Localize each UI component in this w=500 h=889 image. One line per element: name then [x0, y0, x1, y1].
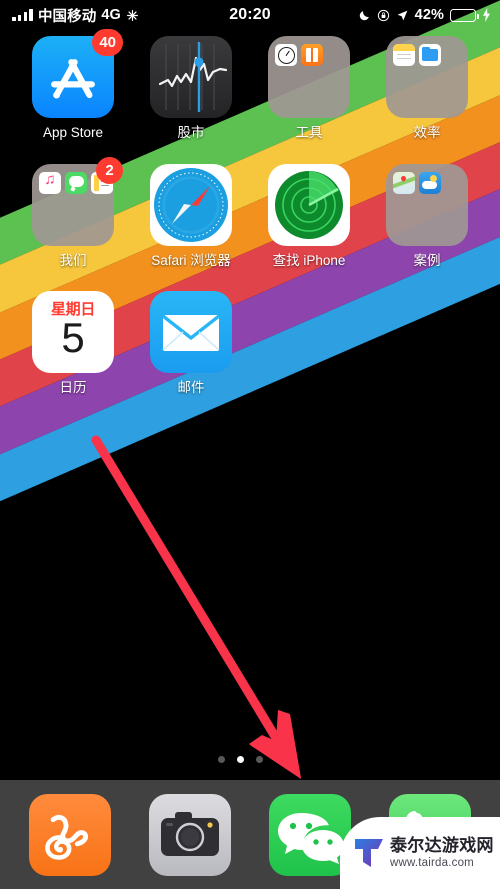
app-label: 工具	[295, 125, 323, 140]
calendar-icon[interactable]: 星期日 5	[32, 291, 114, 374]
iphone-home-screen: 中国移动 4G 20:20 42% 40 App Store 股市 工具 效率 …	[0, 0, 500, 889]
safari-icon[interactable]	[150, 163, 232, 246]
app-label: 日历	[59, 380, 87, 396]
badge-count: 2	[96, 156, 123, 184]
network-type-label: 4G	[101, 7, 121, 23]
folder-tools[interactable]: 工具	[250, 36, 368, 141]
uc-browser-icon[interactable]	[29, 794, 111, 876]
clock-icon	[275, 44, 297, 66]
watermark-url: www.tairda.com	[390, 856, 474, 869]
maps-icon	[393, 171, 415, 194]
watermark-site-name: 泰尔达游戏网	[390, 836, 494, 856]
location-arrow-icon	[396, 9, 409, 22]
folder-icon[interactable]	[386, 36, 468, 118]
app-label: 效率	[413, 125, 441, 140]
folder-cases[interactable]: 案例	[368, 163, 486, 269]
app-label: 邮件	[177, 380, 205, 396]
app-icon-app-store[interactable]: 40 App Store	[14, 29, 132, 141]
notes-icon	[393, 44, 415, 66]
app-icon-safari[interactable]: Safari 浏览器	[132, 163, 250, 269]
music-icon	[39, 171, 61, 194]
status-bar: 中国移动 4G 20:20 42%	[0, 0, 500, 30]
files-icon	[419, 44, 441, 66]
find-my-iphone-icon[interactable]	[268, 163, 350, 246]
rotation-lock-icon	[377, 9, 390, 22]
app-icon-mail[interactable]: 邮件	[132, 291, 250, 396]
camera-icon[interactable]	[149, 794, 231, 876]
app-grid: 40 App Store 股市 工具 效率 ♫ 2 我们 Safari 浏览器 …	[0, 29, 500, 396]
app-label: 查找 iPhone	[272, 252, 346, 268]
page-dot[interactable]	[256, 756, 263, 763]
app-label: 股市	[177, 125, 205, 140]
page-indicator[interactable]	[0, 756, 500, 763]
t-logo-icon	[355, 839, 383, 867]
stocks-icon[interactable]	[150, 36, 232, 118]
folder-productivity[interactable]: 效率	[368, 36, 486, 141]
weather-icon	[419, 171, 441, 194]
app-icon-stocks[interactable]: 股市	[132, 36, 250, 141]
watermark: 泰尔达游戏网 www.tairda.com	[340, 817, 500, 889]
folder-icon[interactable]	[268, 36, 350, 118]
folder-us[interactable]: 2 我们	[14, 156, 132, 269]
mail-icon[interactable]	[150, 291, 232, 374]
battery-icon	[450, 8, 479, 22]
crescent-moon-icon	[358, 9, 371, 22]
lightning-bolt-icon	[482, 8, 491, 22]
page-dot-active[interactable]	[237, 756, 244, 763]
battery-percent-label: 42%	[414, 7, 444, 23]
carrier-label: 中国移动	[37, 8, 97, 25]
app-label: App Store	[42, 125, 104, 140]
snowflake-icon	[126, 9, 139, 22]
badge-count: 40	[92, 29, 123, 56]
signal-bars-icon	[12, 9, 33, 21]
messages-icon	[65, 171, 87, 194]
calendar-day: 5	[61, 314, 85, 362]
app-icon-find-my-iphone[interactable]: 查找 iPhone	[250, 163, 368, 269]
app-icon-calendar[interactable]: 星期日 5 日历	[14, 291, 132, 396]
app-label: 我们	[59, 252, 87, 268]
page-dot[interactable]	[275, 756, 282, 763]
app-label: 案例	[413, 252, 441, 268]
app-label: Safari 浏览器	[151, 252, 231, 268]
books-icon	[301, 44, 323, 66]
folder-icon[interactable]	[386, 163, 468, 246]
page-dot[interactable]	[218, 756, 225, 763]
wechat-icon[interactable]	[269, 794, 351, 876]
